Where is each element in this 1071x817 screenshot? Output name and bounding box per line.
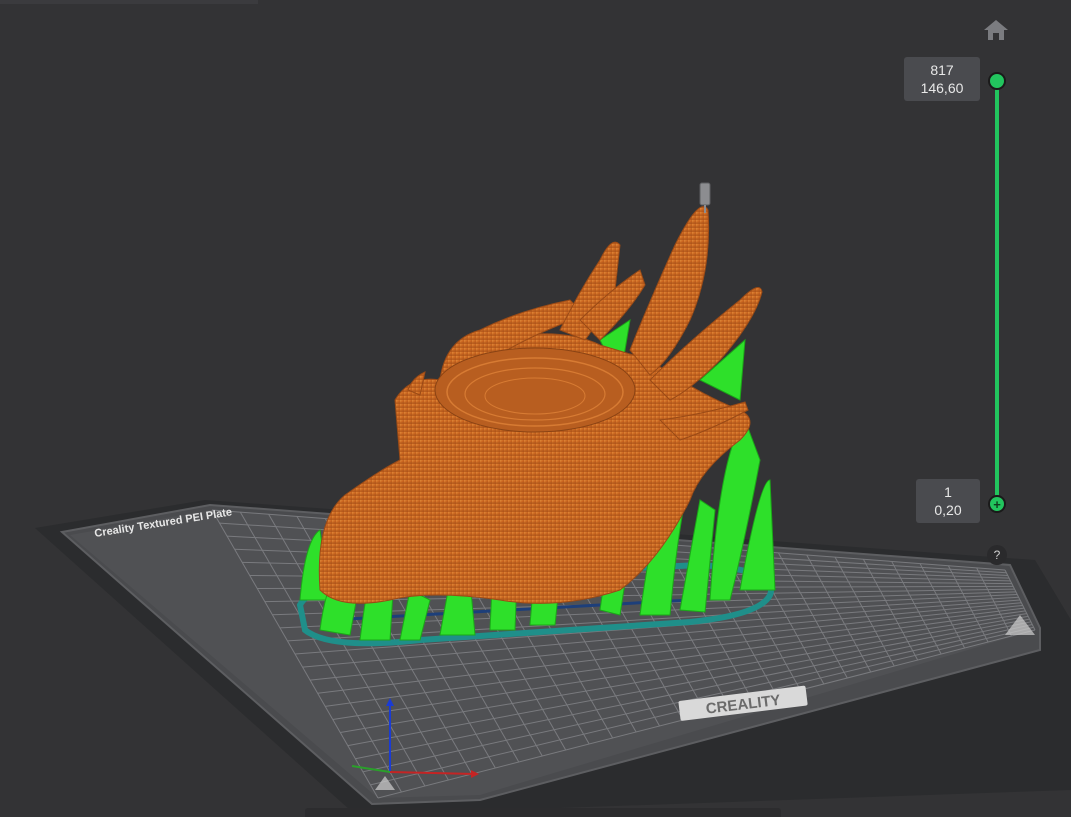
plus-icon: + (993, 496, 1001, 512)
layer-slider-top-handle[interactable] (988, 72, 1006, 90)
home-button[interactable] (982, 16, 1010, 44)
top-layer-label: 817 146,60 (904, 57, 980, 101)
bottom-layer-height: 0,20 (934, 502, 962, 518)
bottom-toolbar-edge (305, 808, 781, 817)
layer-slider-bottom-handle[interactable]: + (988, 495, 1006, 513)
top-layer-number: 817 (930, 62, 954, 78)
help-button[interactable]: ? (987, 545, 1007, 565)
help-icon: ? (993, 548, 1001, 562)
top-layer-height: 146,60 (920, 80, 964, 96)
bottom-layer-label: 1 0,20 (916, 479, 980, 523)
layer-slider-track[interactable] (995, 82, 999, 504)
home-icon (984, 20, 1008, 40)
bottom-layer-number: 1 (944, 484, 952, 500)
3d-viewport[interactable]: Creality Textured PEI Plate CREALITY (0, 0, 1071, 817)
